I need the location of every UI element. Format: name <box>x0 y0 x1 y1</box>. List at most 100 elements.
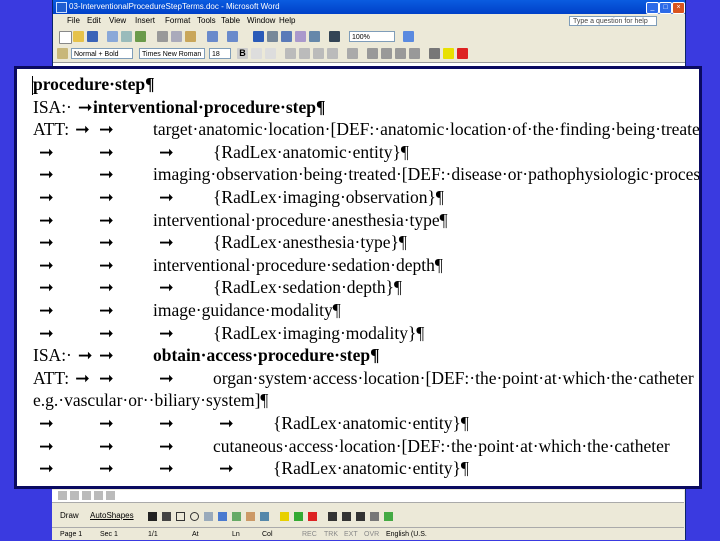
bullets-icon[interactable] <box>381 48 392 59</box>
paste-icon[interactable] <box>185 31 196 42</box>
underline-icon[interactable] <box>265 48 276 59</box>
drawing-icon[interactable] <box>309 31 320 42</box>
show-hide-icon[interactable] <box>329 31 340 42</box>
arrow-tool-icon[interactable] <box>162 512 171 521</box>
tab-mark-icon: ➞ <box>99 209 114 230</box>
document-text: {RadLex·imaging·observation}¶ <box>213 187 444 207</box>
columns-icon[interactable] <box>295 31 306 42</box>
oval-tool-icon[interactable] <box>190 512 199 521</box>
redo-icon[interactable] <box>227 31 238 42</box>
print-preview-icon[interactable] <box>121 31 132 42</box>
tab-mark-icon: ➞ <box>159 187 174 207</box>
clipart-icon[interactable] <box>246 512 255 521</box>
status-pages: 1/1 <box>148 531 158 538</box>
menu-tools[interactable]: Tools <box>197 14 216 28</box>
tab-mark-icon: ➞ <box>99 254 114 275</box>
arrow-style-icon[interactable] <box>356 512 365 521</box>
tab-mark-icon: ➞ <box>99 322 114 343</box>
insert-table-icon[interactable] <box>281 31 292 42</box>
diagram-icon[interactable] <box>232 512 241 521</box>
save-icon[interactable] <box>87 31 98 42</box>
borders-icon[interactable] <box>429 48 440 59</box>
print-layout-icon[interactable] <box>82 491 91 500</box>
textbox-tool-icon[interactable] <box>204 512 213 521</box>
copy-icon[interactable] <box>171 31 182 42</box>
spelling-icon[interactable] <box>135 31 146 42</box>
document-text: ISA:· <box>33 96 72 117</box>
highlight-icon[interactable] <box>443 48 454 59</box>
help-search-input[interactable]: Type a question for help <box>569 16 657 26</box>
3d-icon[interactable] <box>384 512 393 521</box>
line-spacing-icon[interactable] <box>347 48 358 59</box>
tab-mark-icon: ➞ <box>39 435 54 456</box>
increase-indent-icon[interactable] <box>409 48 420 59</box>
numbering-icon[interactable] <box>367 48 378 59</box>
status-ext[interactable]: EXT <box>344 528 358 541</box>
menu-file[interactable]: File <box>67 14 80 28</box>
normal-view-icon[interactable] <box>58 491 67 500</box>
tab-mark-icon: ➞ <box>99 164 114 185</box>
status-ovr[interactable]: OVR <box>364 528 379 541</box>
undo-icon[interactable] <box>207 31 218 42</box>
draw-menu[interactable]: Draw <box>60 509 79 523</box>
autoshapes-menu[interactable]: AutoShapes <box>90 509 134 523</box>
justify-icon[interactable] <box>327 48 338 59</box>
decrease-indent-icon[interactable] <box>395 48 406 59</box>
shadow-icon[interactable] <box>370 512 379 521</box>
rectangle-tool-icon[interactable] <box>176 512 185 521</box>
style-select[interactable]: Normal + Bold <box>71 48 133 59</box>
tab-mark-icon: ➞ <box>159 458 174 479</box>
tab-mark-icon: ➞ <box>99 277 114 298</box>
print-icon[interactable] <box>107 31 118 42</box>
menu-edit[interactable]: Edit <box>87 14 101 28</box>
font-color-draw-icon[interactable] <box>308 512 317 521</box>
status-section: Sec 1 <box>100 531 118 538</box>
menu-view[interactable]: View <box>109 14 126 28</box>
italic-icon[interactable] <box>251 48 262 59</box>
status-rec[interactable]: REC <box>302 528 317 541</box>
new-doc-icon[interactable] <box>59 31 72 44</box>
wordart-icon[interactable] <box>218 512 227 521</box>
font-size-select[interactable]: 18 <box>209 48 231 59</box>
hyperlink-icon[interactable] <box>253 31 264 42</box>
menu-insert[interactable]: Insert <box>135 14 155 28</box>
document-text: obtain·access·procedure·step¶ <box>153 345 380 366</box>
menu-table[interactable]: Table <box>221 14 240 28</box>
tab-mark-icon: ➞ <box>159 367 174 388</box>
status-language: English (U.S. <box>386 531 427 538</box>
align-center-icon[interactable] <box>299 48 310 59</box>
web-view-icon[interactable] <box>70 491 79 500</box>
zoom-select[interactable]: 100% <box>349 31 395 42</box>
dash-style-icon[interactable] <box>342 512 351 521</box>
minimize-icon[interactable]: _ <box>646 2 659 14</box>
line-color-icon[interactable] <box>294 512 303 521</box>
status-trk[interactable]: TRK <box>324 528 338 541</box>
fill-color-icon[interactable] <box>280 512 289 521</box>
window-title: 03-InterventionalProcedureStepTerms.doc … <box>69 2 280 11</box>
outline-view-icon[interactable] <box>94 491 103 500</box>
reading-view-icon[interactable] <box>106 491 115 500</box>
help-icon[interactable] <box>403 31 414 42</box>
align-left-icon[interactable] <box>285 48 296 59</box>
menu-help[interactable]: Help <box>279 14 295 28</box>
maximize-icon[interactable]: □ <box>659 2 672 14</box>
line-style-icon[interactable] <box>328 512 337 521</box>
font-color-icon[interactable] <box>457 48 468 59</box>
picture-icon[interactable] <box>260 512 269 521</box>
bold-icon[interactable]: B <box>237 48 248 59</box>
align-right-icon[interactable] <box>313 48 324 59</box>
font-select[interactable]: Times New Roman <box>139 48 205 59</box>
document-text: ATT: <box>33 119 70 140</box>
document-text: e.g.·vascular·or··biliary·system]¶ <box>33 390 269 411</box>
tables-icon[interactable] <box>267 31 278 42</box>
cut-icon[interactable] <box>157 31 168 42</box>
line-tool-icon[interactable] <box>148 512 157 521</box>
menu-format[interactable]: Format <box>165 14 190 28</box>
close-icon[interactable]: × <box>672 2 685 14</box>
document-body[interactable]: procedure·step¶ ISA:· ➞ interventional·proc… <box>14 66 702 489</box>
menu-window[interactable]: Window <box>247 14 275 28</box>
tab-mark-icon: ➞ <box>99 435 114 456</box>
formatting-toolbar: Normal + Bold Times New Roman 18 B <box>53 45 685 62</box>
styles-pane-icon[interactable] <box>57 48 68 59</box>
open-folder-icon[interactable] <box>73 31 84 42</box>
